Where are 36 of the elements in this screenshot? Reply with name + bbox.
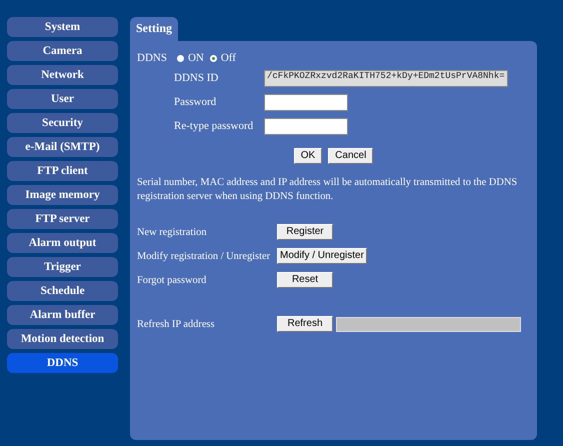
dialog-button[interactable]: Cancel [328,148,374,164]
password-field[interactable] [264,94,348,110]
field-label: DDNS ID [174,72,220,84]
input-field[interactable]: /cFkPKOZRxzvd2RaKITH752+kDy+EDm2tUsPrVA8Nhk= [264,70,508,86]
sidebar-item[interactable]: Motion detection [7,329,118,349]
sidebar-item[interactable]: FTP server [7,209,118,229]
sidebar-item[interactable]: System [7,17,118,37]
sidebar-item[interactable]: Camera [7,41,118,61]
sidebar-item[interactable]: Alarm output [7,233,118,253]
sidebar-item[interactable]: Trigger [7,257,118,277]
action-button[interactable]: Reset [277,272,333,288]
sidebar-item[interactable]: User [7,89,118,109]
action-button[interactable]: Register [277,224,333,240]
radio-button[interactable]: Off [210,52,236,64]
sidebar-item[interactable]: DDNS [7,353,118,373]
action-label: New registration [137,226,208,238]
refresh-button[interactable]: Refresh [277,316,333,332]
sidebar-item[interactable]: FTP client [7,161,118,181]
field-label: Re-type password [174,120,254,132]
field-label: DDNS [137,52,167,64]
field-label: Password [174,96,218,108]
tab[interactable]: Setting [130,17,178,41]
sidebar-item[interactable]: Image memory [7,185,118,205]
sidebar-item[interactable]: Alarm buffer [7,305,118,325]
action-label: Refresh IP address [137,318,216,330]
radio-button[interactable]: ON [176,52,204,64]
info-text: Serial number, MAC address and IP address will be automatically transmitted to the DDNS registration server when using DDNS function. [137,176,518,204]
sidebar-item[interactable]: e-Mail (SMTP) [7,137,118,157]
action-label: Forgot password [137,274,208,286]
sidebar-item[interactable]: Network [7,65,118,85]
password-field[interactable] [264,118,348,134]
dialog-button[interactable]: OK [294,148,322,164]
action-label: Modify registration / Unregister [137,250,272,262]
action-button[interactable]: Modify / Unregister [277,248,367,264]
sidebar-item[interactable]: Schedule [7,281,118,301]
sidebar-item[interactable]: Security [7,113,118,133]
